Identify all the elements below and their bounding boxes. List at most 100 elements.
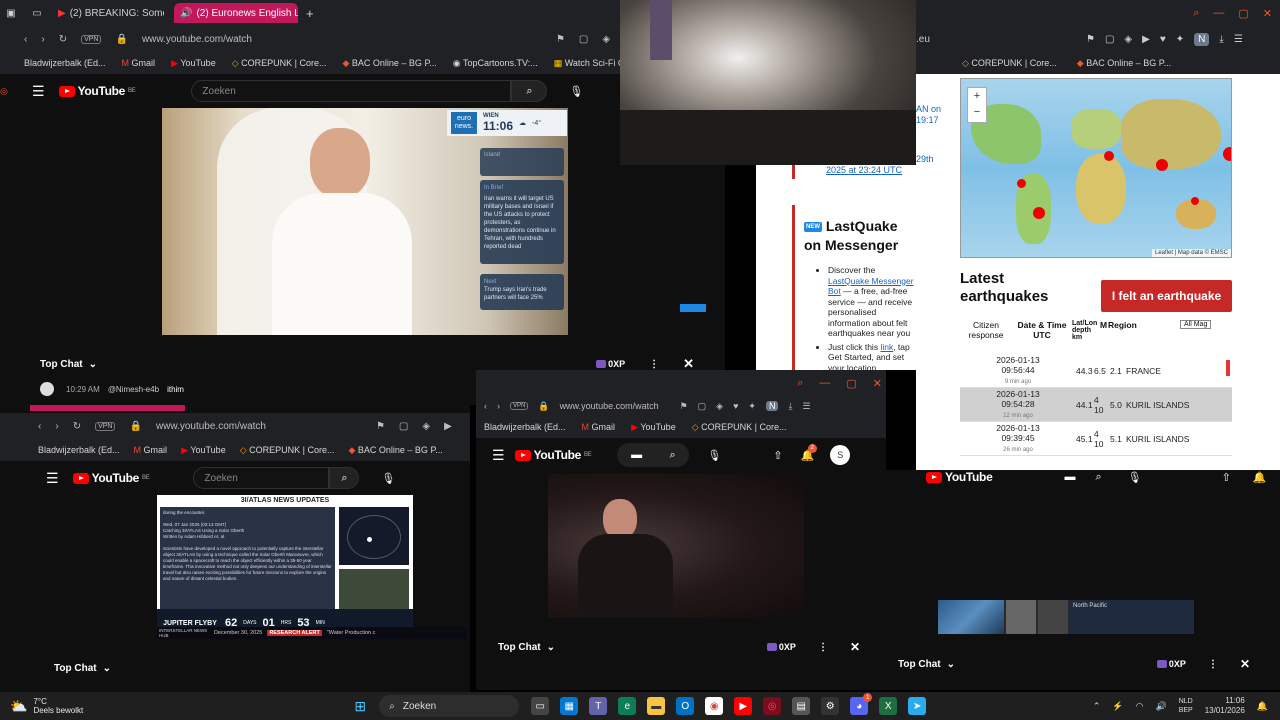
mic-icon[interactable]: 🎙: [381, 472, 395, 485]
opera-gx-icon[interactable]: ◎: [763, 697, 782, 715]
chevron-down-icon[interactable]: ⌄: [947, 659, 955, 670]
url-field[interactable]: www.youtube.com/watch: [142, 34, 542, 45]
side-links[interactable]: AN on 19:17: [916, 104, 956, 126]
clock[interactable]: 11:06 13/01/2026: [1205, 696, 1245, 716]
more-options-icon[interactable]: ⋮: [649, 359, 659, 370]
video-player[interactable]: euro news. WIEN 11:06 ☁ -4° Island In Br…: [162, 108, 568, 335]
bookmark-icon[interactable]: ⚑: [376, 421, 385, 432]
quake-marker[interactable]: [1191, 197, 1199, 205]
vpn-badge[interactable]: VPN: [510, 402, 529, 410]
table-row[interactable]: 2026-01-13: [960, 456, 1232, 471]
extension-icon[interactable]: ▶: [444, 421, 452, 432]
xp-badge[interactable]: 0XP: [1157, 659, 1186, 669]
chrome-icon[interactable]: ◉: [705, 697, 724, 715]
close-icon[interactable]: ✕: [850, 640, 860, 654]
quake-map[interactable]: + − Leaflet | Map data © EMSC: [960, 78, 1232, 258]
url-field[interactable]: www.youtube.com/watch: [156, 421, 362, 432]
maximize-icon[interactable]: ▢: [1238, 7, 1248, 20]
forward-icon[interactable]: ›: [55, 421, 58, 432]
youtube-logo[interactable]: YouTube BE: [72, 471, 150, 485]
weather-widget[interactable]: ⛅ 7°C Deels bewolkt: [10, 697, 83, 715]
close-icon[interactable]: ✕: [873, 377, 882, 390]
youtube-logo[interactable]: YouTube BE: [58, 84, 136, 98]
notification-icon[interactable]: 🔔 2: [801, 443, 817, 462]
file-explorer-icon[interactable]: ▬: [647, 697, 666, 715]
bookmark-icon[interactable]: ⚑: [680, 401, 688, 412]
chevron-down-icon[interactable]: ⌄: [89, 359, 97, 370]
sidebar-icon[interactable]: ◎: [0, 86, 8, 97]
wifi-icon[interactable]: ◠: [1136, 701, 1144, 712]
felt-earthquake-button[interactable]: I felt an earthquake: [1101, 280, 1232, 312]
search-icon[interactable]: ⌕: [797, 377, 803, 390]
heart-icon[interactable]: ♥: [733, 401, 738, 411]
shield-icon[interactable]: ◈: [716, 401, 723, 412]
profile-icon[interactable]: N: [765, 401, 779, 411]
telegram-icon[interactable]: ➤: [908, 697, 927, 715]
bookmark-corepunk[interactable]: ◇ COREPUNK | Core...: [692, 422, 787, 433]
shield-icon[interactable]: ◈: [1124, 34, 1132, 45]
chevron-up-icon[interactable]: ⌃: [1093, 701, 1101, 712]
steam-icon[interactable]: ⚙: [821, 697, 840, 715]
forward-icon[interactable]: ›: [41, 34, 44, 45]
bookmark-bac[interactable]: ◆ BAC Online – BG P...: [348, 445, 442, 456]
reload-icon[interactable]: ↻: [59, 34, 67, 45]
search-icon[interactable]: ⌕: [1095, 471, 1101, 484]
bookmark-gmail[interactable]: M Gmail: [134, 445, 168, 455]
download-icon[interactable]: ⤓: [1219, 34, 1223, 45]
table-row[interactable]: 2026-01-13 09:54:28 12 min ago 44.1 4 10 5.0…: [960, 388, 1232, 422]
shield-icon[interactable]: ◈: [602, 34, 610, 45]
bookmark-corepunk[interactable]: ◇ COREPUNK | Core...: [240, 445, 335, 456]
puzzle-icon[interactable]: ✦: [1176, 34, 1184, 45]
mic-icon[interactable]: 🎙: [569, 85, 583, 98]
quake-marker[interactable]: [1104, 151, 1114, 161]
menu-icon[interactable]: ☰: [32, 83, 45, 100]
heart-icon[interactable]: ♥: [1160, 34, 1166, 45]
outlook-icon[interactable]: O: [676, 697, 695, 715]
minimize-icon[interactable]: —: [1213, 7, 1224, 19]
bookmark-corepunk[interactable]: ◇ COREPUNK | Core...: [962, 58, 1057, 69]
bookmark-bac[interactable]: ◆ BAC Online – BG P...: [1077, 58, 1171, 69]
bookmark-youtube[interactable]: ▶ YouTube: [181, 445, 226, 456]
bookmark-folder[interactable]: Bladwijzerbalk (Ed...: [38, 445, 120, 455]
quake-marker[interactable]: [1223, 147, 1231, 161]
keyboard-icon[interactable]: ▬: [631, 449, 642, 461]
menu-icon[interactable]: ☰: [802, 401, 810, 412]
shield-icon[interactable]: ◈: [422, 421, 430, 432]
mic-icon[interactable]: 🎙: [1128, 471, 1142, 484]
chat-title[interactable]: Top Chat: [898, 659, 941, 670]
search-icon[interactable]: ⌕: [670, 449, 676, 462]
bookmark-youtube[interactable]: ▶ YouTube: [171, 58, 216, 69]
more-options-icon[interactable]: ⋮: [818, 642, 828, 653]
menu-icon[interactable]: ☰: [492, 447, 505, 464]
table-row[interactable]: 2026-01-13 09:56:44 9 min ago 44.3 6.5 2.1 FR…: [960, 354, 1232, 388]
bookmark-gmail[interactable]: M Gmail: [582, 422, 616, 432]
back-icon[interactable]: ‹: [484, 401, 487, 411]
tab-euronews[interactable]: 🔊 (2) Euronews English L: [174, 3, 298, 23]
search-collapsed[interactable]: ▬ ⌕: [617, 443, 690, 467]
vpn-badge[interactable]: VPN: [81, 34, 102, 44]
calculator-icon[interactable]: ▤: [792, 697, 811, 715]
mic-icon[interactable]: 🎙: [707, 449, 721, 462]
chevron-down-icon[interactable]: ⌄: [103, 663, 111, 674]
search-input[interactable]: Zoeken: [193, 467, 330, 489]
profile-icon[interactable]: N: [1194, 32, 1210, 46]
minimize-icon[interactable]: —: [819, 377, 830, 389]
forward-icon[interactable]: ›: [497, 401, 500, 411]
mag-filter-select[interactable]: All Mag: [1180, 320, 1212, 329]
back-icon[interactable]: ‹: [38, 421, 41, 432]
language-switcher[interactable]: NLD BEP: [1179, 697, 1193, 715]
close-icon[interactable]: ✕: [1263, 7, 1272, 20]
download-icon[interactable]: ⤓: [788, 401, 792, 412]
avatar[interactable]: S: [830, 445, 851, 465]
video-thumbnail-strip[interactable]: North Pacific: [938, 600, 1194, 634]
close-icon[interactable]: ✕: [1240, 657, 1250, 671]
chat-title[interactable]: Top Chat: [40, 359, 83, 370]
bookmark-topcartoons[interactable]: ◉ TopCartoons.TV:...: [453, 58, 538, 69]
menu-icon[interactable]: ☰: [46, 470, 59, 487]
video-player[interactable]: [548, 474, 804, 618]
side-link-time[interactable]: 2025 at 23:24 UTC: [826, 165, 902, 175]
table-scrollbar[interactable]: [1226, 360, 1230, 376]
chat-title[interactable]: Top Chat: [54, 663, 97, 674]
bookmark-icon[interactable]: ⚑: [1086, 34, 1095, 45]
notification-icon[interactable]: 🔔: [1253, 471, 1267, 484]
